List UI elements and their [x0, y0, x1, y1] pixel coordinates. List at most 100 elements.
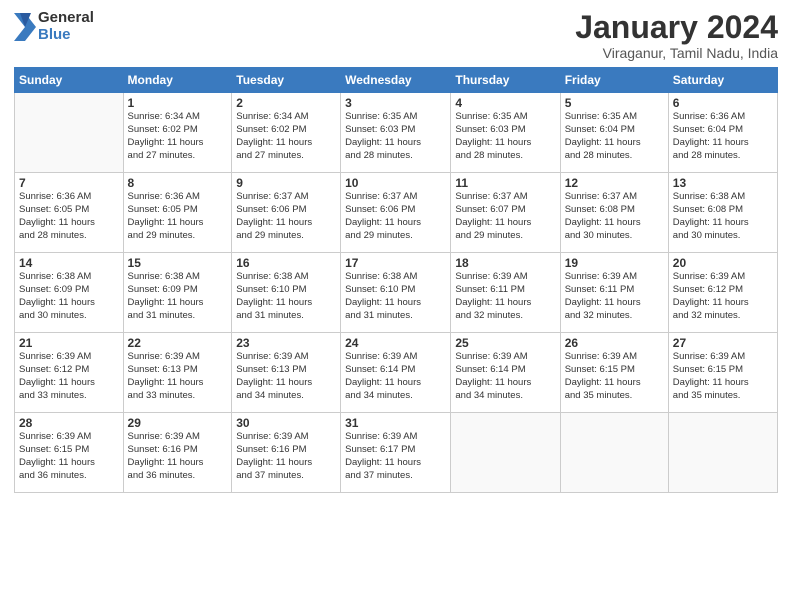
day-number: 30 — [236, 416, 336, 430]
page-container: General Blue January 2024 Viraganur, Tam… — [0, 0, 792, 612]
day-cell: 12Sunrise: 6:37 AM Sunset: 6:08 PM Dayli… — [560, 173, 668, 253]
header: General Blue January 2024 Viraganur, Tam… — [14, 10, 778, 61]
day-number: 26 — [565, 336, 664, 350]
day-cell: 23Sunrise: 6:39 AM Sunset: 6:13 PM Dayli… — [232, 333, 341, 413]
day-info: Sunrise: 6:39 AM Sunset: 6:16 PM Dayligh… — [128, 431, 228, 482]
calendar-title: January 2024 — [575, 10, 778, 45]
calendar-subtitle: Viraganur, Tamil Nadu, India — [575, 45, 778, 61]
day-cell: 25Sunrise: 6:39 AM Sunset: 6:14 PM Dayli… — [451, 333, 560, 413]
day-info: Sunrise: 6:35 AM Sunset: 6:03 PM Dayligh… — [455, 111, 555, 162]
day-cell: 15Sunrise: 6:38 AM Sunset: 6:09 PM Dayli… — [123, 253, 232, 333]
day-number: 18 — [455, 256, 555, 270]
day-info: Sunrise: 6:39 AM Sunset: 6:13 PM Dayligh… — [128, 351, 228, 402]
day-number: 11 — [455, 176, 555, 190]
day-cell: 27Sunrise: 6:39 AM Sunset: 6:15 PM Dayli… — [668, 333, 777, 413]
day-number: 13 — [673, 176, 773, 190]
day-info: Sunrise: 6:39 AM Sunset: 6:15 PM Dayligh… — [673, 351, 773, 402]
day-cell: 18Sunrise: 6:39 AM Sunset: 6:11 PM Dayli… — [451, 253, 560, 333]
title-block: January 2024 Viraganur, Tamil Nadu, Indi… — [575, 10, 778, 61]
logo-icon — [14, 13, 36, 41]
day-number: 28 — [19, 416, 119, 430]
week-row-4: 21Sunrise: 6:39 AM Sunset: 6:12 PM Dayli… — [15, 333, 778, 413]
day-info: Sunrise: 6:39 AM Sunset: 6:15 PM Dayligh… — [19, 431, 119, 482]
week-row-2: 7Sunrise: 6:36 AM Sunset: 6:05 PM Daylig… — [15, 173, 778, 253]
col-sunday: Sunday — [15, 68, 124, 93]
day-info: Sunrise: 6:38 AM Sunset: 6:08 PM Dayligh… — [673, 191, 773, 242]
day-info: Sunrise: 6:36 AM Sunset: 6:04 PM Dayligh… — [673, 111, 773, 162]
col-tuesday: Tuesday — [232, 68, 341, 93]
day-number: 3 — [345, 96, 446, 110]
day-number: 20 — [673, 256, 773, 270]
day-cell: 17Sunrise: 6:38 AM Sunset: 6:10 PM Dayli… — [341, 253, 451, 333]
day-number: 23 — [236, 336, 336, 350]
day-number: 5 — [565, 96, 664, 110]
day-number: 22 — [128, 336, 228, 350]
day-cell: 28Sunrise: 6:39 AM Sunset: 6:15 PM Dayli… — [15, 413, 124, 493]
logo-general: General — [38, 10, 94, 27]
day-number: 1 — [128, 96, 228, 110]
day-info: Sunrise: 6:35 AM Sunset: 6:04 PM Dayligh… — [565, 111, 664, 162]
day-number: 9 — [236, 176, 336, 190]
day-info: Sunrise: 6:37 AM Sunset: 6:06 PM Dayligh… — [236, 191, 336, 242]
logo: General Blue — [14, 10, 94, 43]
day-info: Sunrise: 6:39 AM Sunset: 6:15 PM Dayligh… — [565, 351, 664, 402]
day-number: 16 — [236, 256, 336, 270]
day-info: Sunrise: 6:39 AM Sunset: 6:14 PM Dayligh… — [345, 351, 446, 402]
day-number: 2 — [236, 96, 336, 110]
day-info: Sunrise: 6:39 AM Sunset: 6:14 PM Dayligh… — [455, 351, 555, 402]
day-cell: 26Sunrise: 6:39 AM Sunset: 6:15 PM Dayli… — [560, 333, 668, 413]
day-cell: 19Sunrise: 6:39 AM Sunset: 6:11 PM Dayli… — [560, 253, 668, 333]
day-cell: 29Sunrise: 6:39 AM Sunset: 6:16 PM Dayli… — [123, 413, 232, 493]
day-cell: 5Sunrise: 6:35 AM Sunset: 6:04 PM Daylig… — [560, 93, 668, 173]
day-info: Sunrise: 6:39 AM Sunset: 6:12 PM Dayligh… — [19, 351, 119, 402]
col-monday: Monday — [123, 68, 232, 93]
day-cell: 13Sunrise: 6:38 AM Sunset: 6:08 PM Dayli… — [668, 173, 777, 253]
calendar-table: Sunday Monday Tuesday Wednesday Thursday… — [14, 67, 778, 493]
day-cell: 8Sunrise: 6:36 AM Sunset: 6:05 PM Daylig… — [123, 173, 232, 253]
day-cell: 11Sunrise: 6:37 AM Sunset: 6:07 PM Dayli… — [451, 173, 560, 253]
day-info: Sunrise: 6:37 AM Sunset: 6:08 PM Dayligh… — [565, 191, 664, 242]
day-info: Sunrise: 6:35 AM Sunset: 6:03 PM Dayligh… — [345, 111, 446, 162]
day-info: Sunrise: 6:39 AM Sunset: 6:12 PM Dayligh… — [673, 271, 773, 322]
day-info: Sunrise: 6:39 AM Sunset: 6:16 PM Dayligh… — [236, 431, 336, 482]
day-number: 31 — [345, 416, 446, 430]
day-info: Sunrise: 6:36 AM Sunset: 6:05 PM Dayligh… — [128, 191, 228, 242]
day-info: Sunrise: 6:36 AM Sunset: 6:05 PM Dayligh… — [19, 191, 119, 242]
day-cell: 24Sunrise: 6:39 AM Sunset: 6:14 PM Dayli… — [341, 333, 451, 413]
col-friday: Friday — [560, 68, 668, 93]
day-cell: 30Sunrise: 6:39 AM Sunset: 6:16 PM Dayli… — [232, 413, 341, 493]
day-number: 6 — [673, 96, 773, 110]
header-row: Sunday Monday Tuesday Wednesday Thursday… — [15, 68, 778, 93]
day-cell — [15, 93, 124, 173]
day-info: Sunrise: 6:39 AM Sunset: 6:13 PM Dayligh… — [236, 351, 336, 402]
day-info: Sunrise: 6:38 AM Sunset: 6:10 PM Dayligh… — [236, 271, 336, 322]
day-cell: 10Sunrise: 6:37 AM Sunset: 6:06 PM Dayli… — [341, 173, 451, 253]
col-saturday: Saturday — [668, 68, 777, 93]
day-info: Sunrise: 6:37 AM Sunset: 6:06 PM Dayligh… — [345, 191, 446, 242]
day-info: Sunrise: 6:34 AM Sunset: 6:02 PM Dayligh… — [236, 111, 336, 162]
day-info: Sunrise: 6:39 AM Sunset: 6:11 PM Dayligh… — [565, 271, 664, 322]
day-cell: 2Sunrise: 6:34 AM Sunset: 6:02 PM Daylig… — [232, 93, 341, 173]
day-info: Sunrise: 6:37 AM Sunset: 6:07 PM Dayligh… — [455, 191, 555, 242]
day-number: 21 — [19, 336, 119, 350]
day-cell: 6Sunrise: 6:36 AM Sunset: 6:04 PM Daylig… — [668, 93, 777, 173]
day-number: 4 — [455, 96, 555, 110]
week-row-3: 14Sunrise: 6:38 AM Sunset: 6:09 PM Dayli… — [15, 253, 778, 333]
day-number: 25 — [455, 336, 555, 350]
logo-blue: Blue — [38, 27, 94, 44]
day-cell: 31Sunrise: 6:39 AM Sunset: 6:17 PM Dayli… — [341, 413, 451, 493]
day-cell — [668, 413, 777, 493]
day-cell — [451, 413, 560, 493]
day-cell: 4Sunrise: 6:35 AM Sunset: 6:03 PM Daylig… — [451, 93, 560, 173]
day-cell — [560, 413, 668, 493]
day-number: 17 — [345, 256, 446, 270]
day-number: 10 — [345, 176, 446, 190]
week-row-1: 1 Sunrise: 6:34 AM Sunset: 6:02 PM Daylig… — [15, 93, 778, 173]
day-number: 12 — [565, 176, 664, 190]
day-cell: 21Sunrise: 6:39 AM Sunset: 6:12 PM Dayli… — [15, 333, 124, 413]
day-number: 8 — [128, 176, 228, 190]
day-cell: 1Sunrise: 6:34 AM Sunset: 6:02 PM Daylig… — [123, 93, 232, 173]
day-cell: 22Sunrise: 6:39 AM Sunset: 6:13 PM Dayli… — [123, 333, 232, 413]
day-info: Sunrise: 6:38 AM Sunset: 6:10 PM Dayligh… — [345, 271, 446, 322]
day-number: 19 — [565, 256, 664, 270]
